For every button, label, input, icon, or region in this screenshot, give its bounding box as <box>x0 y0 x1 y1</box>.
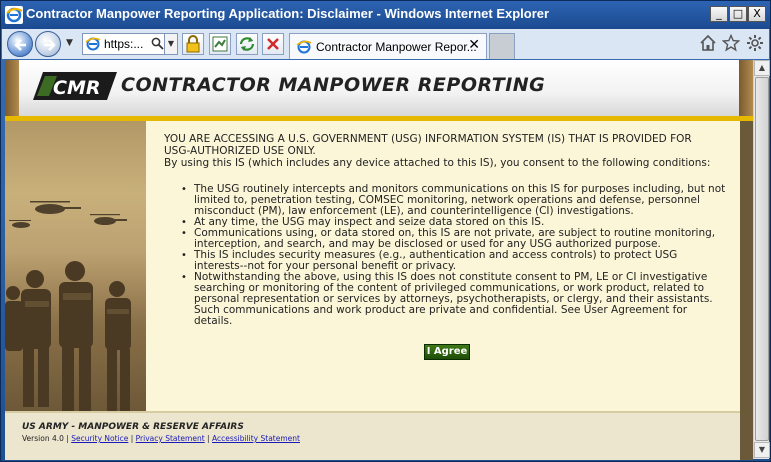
conditions-list: The USG routinely intercepts and monitor… <box>178 184 726 327</box>
compatibility-view-icon <box>212 36 228 52</box>
refresh-icon <box>239 37 255 51</box>
window-title: Contractor Manpower Reporting Applicatio… <box>26 6 550 21</box>
forward-arrow-icon <box>44 39 56 51</box>
app-name-title: CONTRACTOR MANPOWER REPORTING <box>121 74 546 96</box>
tab-close-icon[interactable]: ✕ <box>468 37 480 53</box>
accessibility-statement-link[interactable]: Accessibility Statement <box>212 434 300 443</box>
maximize-button[interactable]: □ <box>729 6 747 22</box>
vertical-scrollbar[interactable]: ▲ ▼ <box>753 60 770 459</box>
i-agree-button[interactable]: I Agree <box>424 344 470 360</box>
favorites-star-icon[interactable] <box>722 34 740 52</box>
settings-gear-icon[interactable] <box>746 34 764 52</box>
footer-right-strip <box>740 411 753 460</box>
title-bar: Contractor Manpower Reporting Applicatio… <box>1 1 770 29</box>
history-dropdown-icon[interactable]: ▼ <box>66 38 73 48</box>
ie-logo-icon <box>5 6 23 24</box>
condition-item: Notwithstanding the above, using this IS… <box>178 272 726 327</box>
disclaimer-panel: YOU ARE ACCESSING A U.S. GOVERNMENT (USG… <box>146 121 740 411</box>
lock-icon <box>186 35 200 53</box>
stop-icon <box>267 38 279 50</box>
footer-title: US ARMY - MANPOWER & RESERVE AFFAIRS <box>22 422 244 432</box>
soldiers-illustration <box>5 201 131 411</box>
logo-text: CMR <box>53 77 100 99</box>
window-controls: _ □ X <box>710 6 766 22</box>
address-bar[interactable]: https:... <box>82 33 176 55</box>
forward-button[interactable] <box>35 31 61 57</box>
tab-label: Contractor Manpower Repor... <box>316 40 477 54</box>
scroll-up-icon[interactable]: ▲ <box>754 60 770 76</box>
condition-item: The USG routinely intercepts and monitor… <box>178 184 726 217</box>
page-footer: US ARMY - MANPOWER & RESERVE AFFAIRS Ver… <box>5 411 740 460</box>
right-border-strip <box>740 121 753 411</box>
security-notice-link[interactable]: Security Notice <box>71 434 128 443</box>
refresh-button[interactable] <box>236 33 258 55</box>
home-icon[interactable] <box>699 34 717 52</box>
search-icon[interactable] <box>151 37 164 50</box>
stop-button[interactable] <box>262 33 284 55</box>
scroll-thumb[interactable] <box>755 77 769 441</box>
cmr-logo-icon: CMR <box>33 72 117 100</box>
address-dropdown-button[interactable]: ▼ <box>164 33 178 55</box>
close-window-button[interactable]: X <box>748 6 766 22</box>
navigation-toolbar: ▼ https:... ▼ Contractor Manpower Repor.… <box>2 29 769 59</box>
privacy-statement-link[interactable]: Privacy Statement <box>136 434 205 443</box>
tab-disclaimer[interactable]: Contractor Manpower Repor... ✕ <box>289 33 487 59</box>
heading-line-2: USG-AUTHORIZED USE ONLY. <box>164 145 316 157</box>
app-banner: CMR CONTRACTOR MANPOWER REPORTING <box>5 60 753 116</box>
compatibility-view-button[interactable] <box>209 33 231 55</box>
lock-button[interactable] <box>182 33 204 55</box>
footer-links: Version 4.0 | Security Notice | Privacy … <box>22 434 300 443</box>
condition-item: Communications using, or data stored on,… <box>178 228 726 250</box>
browser-window: Contractor Manpower Reporting Applicatio… <box>0 0 771 462</box>
disclaimer-heading: YOU ARE ACCESSING A U.S. GOVERNMENT (USG… <box>164 133 736 169</box>
back-arrow-icon <box>14 39 26 51</box>
page-ie-icon <box>85 37 101 51</box>
consent-statement: By using this IS (which includes any dev… <box>164 157 711 169</box>
version-text: Version 4.0 <box>22 434 64 443</box>
soldiers-photo <box>5 121 146 411</box>
address-text[interactable]: https:... <box>104 37 143 51</box>
tab-ie-icon <box>296 40 312 54</box>
minimize-button[interactable]: _ <box>710 6 728 22</box>
heading-line-1: YOU ARE ACCESSING A U.S. GOVERNMENT (USG… <box>164 133 692 145</box>
condition-item: This IS includes security measures (e.g.… <box>178 250 726 272</box>
banner-right-edge <box>739 60 753 116</box>
page-viewport: CMR CONTRACTOR MANPOWER REPORTING YOU AR… <box>5 60 753 460</box>
scroll-down-icon[interactable]: ▼ <box>754 442 770 458</box>
back-button[interactable] <box>7 31 33 57</box>
banner-left-edge <box>5 60 19 116</box>
new-tab-button[interactable] <box>489 33 515 59</box>
